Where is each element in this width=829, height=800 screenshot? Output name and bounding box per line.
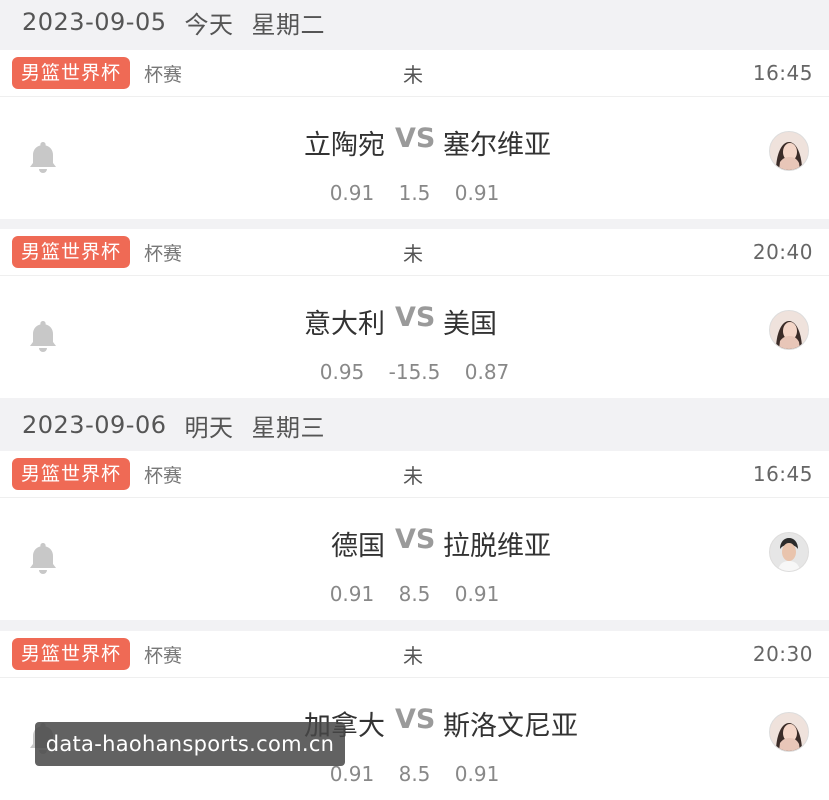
weekday: 星期二 xyxy=(251,10,325,39)
avatar[interactable] xyxy=(769,712,809,752)
odds-row: 0.91 1.5 0.91 xyxy=(0,181,829,205)
match-meta: 男篮世界杯 杯赛 未 20:30 xyxy=(0,631,829,678)
competition-type: 杯赛 xyxy=(144,242,183,265)
match-time: 16:45 xyxy=(752,61,813,85)
date-header: 2023-09-05 今天 星期二 xyxy=(0,0,829,44)
competition-type: 杯赛 xyxy=(144,644,183,667)
watermark-banner: data-haohansports.com.cn xyxy=(35,722,345,766)
match-card[interactable]: 男篮世界杯 杯赛 未 20:30 加拿大 VS 斯洛文尼亚 0.91 8.5 0… xyxy=(0,631,829,800)
match-status: 未 xyxy=(403,643,423,668)
avatar[interactable] xyxy=(769,131,809,171)
home-team[interactable]: 德国 xyxy=(331,524,385,563)
avatar[interactable] xyxy=(769,310,809,350)
odds-home: 0.91 xyxy=(329,181,375,205)
vs-label: VS xyxy=(395,123,436,154)
home-team[interactable]: 意大利 xyxy=(304,302,385,341)
odds-away: 0.91 xyxy=(454,582,500,606)
matchup: 意大利 VS 美国 xyxy=(0,302,829,342)
away-team[interactable]: 斯洛文尼亚 xyxy=(443,704,578,743)
odds-row: 0.91 8.5 0.91 xyxy=(0,582,829,606)
away-team[interactable]: 塞尔维亚 xyxy=(443,123,551,162)
relative-day: 今天 xyxy=(184,10,234,39)
match-card[interactable]: 男篮世界杯 杯赛 未 16:45 立陶宛 VS 塞尔维亚 0.91 1.5 0.… xyxy=(0,50,829,219)
odds-line: 1.5 xyxy=(398,181,431,205)
match-card[interactable]: 男篮世界杯 杯赛 未 16:45 德国 VS 拉脱维亚 0.91 8.5 0.9… xyxy=(0,451,829,620)
odds-home: 0.95 xyxy=(319,360,365,384)
odds-home: 0.91 xyxy=(329,582,375,606)
competition-type: 杯赛 xyxy=(144,63,183,86)
matchup: 立陶宛 VS 塞尔维亚 xyxy=(0,123,829,163)
league-tag[interactable]: 男篮世界杯 xyxy=(12,458,131,490)
match-time: 20:30 xyxy=(752,642,813,666)
date-text: 2023-09-06 xyxy=(22,411,167,439)
odds-away: 0.91 xyxy=(454,181,500,205)
league-tag[interactable]: 男篮世界杯 xyxy=(12,236,131,268)
odds-away: 0.87 xyxy=(464,360,510,384)
match-time: 20:40 xyxy=(752,240,813,264)
date-text: 2023-09-05 xyxy=(22,8,167,36)
odds-line: 8.5 xyxy=(398,762,431,786)
odds-line: -15.5 xyxy=(388,360,441,384)
match-meta: 男篮世界杯 杯赛 未 16:45 xyxy=(0,50,829,97)
vs-label: VS xyxy=(395,302,436,333)
match-status: 未 xyxy=(403,241,423,266)
avatar[interactable] xyxy=(769,532,809,572)
match-meta: 男篮世界杯 杯赛 未 20:40 xyxy=(0,229,829,276)
match-meta: 男篮世界杯 杯赛 未 16:45 xyxy=(0,451,829,498)
weekday: 星期三 xyxy=(251,413,325,442)
match-status: 未 xyxy=(403,62,423,87)
vs-label: VS xyxy=(395,524,436,555)
date-header: 2023-09-06 明天 星期三 xyxy=(0,403,829,447)
relative-day: 明天 xyxy=(184,413,234,442)
vs-label: VS xyxy=(395,704,436,735)
odds-away: 0.91 xyxy=(454,762,500,786)
match-status: 未 xyxy=(403,463,423,488)
match-time: 16:45 xyxy=(752,462,813,486)
odds-line: 8.5 xyxy=(398,582,431,606)
away-team[interactable]: 拉脱维亚 xyxy=(443,524,551,563)
matchup: 德国 VS 拉脱维亚 xyxy=(0,524,829,564)
league-tag[interactable]: 男篮世界杯 xyxy=(12,57,131,89)
match-card[interactable]: 男篮世界杯 杯赛 未 20:40 意大利 VS 美国 0.95 -15.5 0.… xyxy=(0,229,829,398)
odds-row: 0.95 -15.5 0.87 xyxy=(0,360,829,384)
home-team[interactable]: 立陶宛 xyxy=(304,123,385,162)
away-team[interactable]: 美国 xyxy=(443,302,497,341)
league-tag[interactable]: 男篮世界杯 xyxy=(12,638,131,670)
competition-type: 杯赛 xyxy=(144,464,183,487)
